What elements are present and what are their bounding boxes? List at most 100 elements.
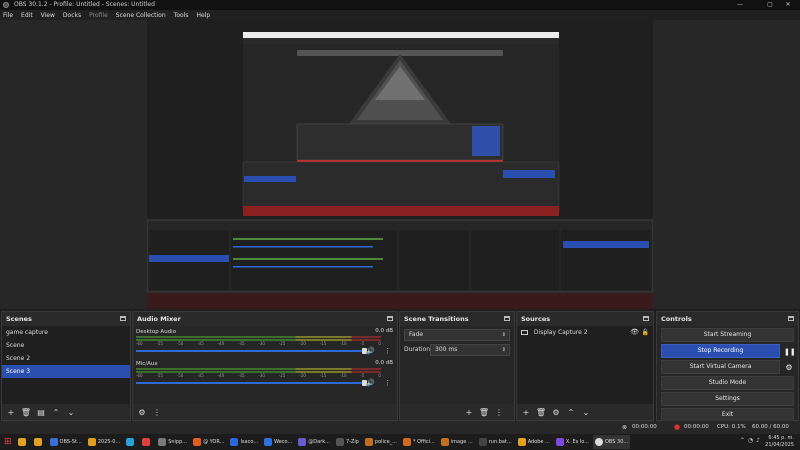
scene-item-scene-3[interactable]: Scene 3 — [2, 365, 130, 378]
move-scene-up-button[interactable]: ⌃ — [50, 406, 62, 418]
source-item-display-capture-2[interactable]: Display Capture 2 👁 🔓 — [517, 326, 653, 339]
kebab-menu-icon[interactable]: ⋮ — [384, 347, 391, 355]
mixer-channels: Desktop Audio 0.0 dB -60 -55 -50 -45 -40 -35-… — [133, 326, 397, 404]
taskbar-app[interactable]: image ... — [439, 435, 475, 449]
taskbar-app[interactable] — [124, 435, 138, 449]
virtual-camera-settings-button[interactable]: ⚙ — [784, 363, 794, 373]
taskbar-app[interactable] — [16, 435, 30, 449]
speaker-icon[interactable]: 🔊 — [366, 379, 375, 387]
taskbar-app[interactable]: @Dark... — [296, 435, 332, 449]
menu-file[interactable]: File — [3, 12, 13, 19]
remove-transition-button[interactable]: 🗑 — [478, 406, 490, 418]
chevron-up-icon[interactable]: ⌃ — [740, 437, 745, 444]
volume-slider[interactable] — [136, 348, 367, 354]
app-icon — [555, 438, 564, 446]
transition-menu-button[interactable]: ⋮ — [493, 406, 505, 418]
taskbar-app[interactable]: Isaco... — [228, 435, 260, 449]
eye-icon[interactable]: 👁 — [630, 326, 639, 339]
menu-docks[interactable]: Docks — [63, 12, 81, 19]
undock-icon[interactable] — [504, 316, 510, 321]
tick-label: 0 — [378, 341, 381, 346]
minimize-button[interactable]: — — [728, 0, 752, 10]
wifi-icon[interactable]: ◔ — [748, 437, 753, 444]
scene-item-game-capture[interactable]: game capture — [2, 326, 130, 339]
system-tray: ⌃ ◔ ♪ — [740, 437, 760, 444]
chrome-icon — [142, 438, 151, 446]
close-button[interactable]: ✕ — [776, 0, 800, 10]
taskbar-app[interactable]: run.bat... — [477, 435, 514, 449]
taskbar-app[interactable]: X. Es lo... — [554, 435, 591, 449]
menu-edit[interactable]: Edit — [21, 12, 33, 19]
move-source-up-button[interactable]: ⌃ — [565, 406, 577, 418]
menu-profile[interactable]: Profile — [89, 12, 108, 19]
speaker-icon[interactable]: 🔊 — [366, 347, 375, 355]
menu-scene-collection[interactable]: Scene Collection — [116, 12, 166, 19]
move-scene-down-button[interactable]: ⌄ — [65, 406, 77, 418]
clock[interactable]: 6:45 p. m. 21/04/2025 — [765, 435, 794, 449]
taskbar-app[interactable]: 2025-0... — [86, 435, 122, 449]
channel-name: Mic/Aux — [136, 361, 158, 367]
transition-select[interactable]: Fade ⇕ — [404, 328, 510, 341]
studio-mode-button[interactable]: Studio Mode — [661, 376, 794, 390]
start-virtual-camera-button[interactable]: Start Virtual Camera — [661, 360, 780, 374]
menu-tools[interactable]: Tools — [174, 12, 189, 19]
taskbar-app[interactable]: Adobe ... — [516, 435, 552, 449]
taskbar-app-active[interactable]: OBS 30... — [592, 435, 631, 449]
scene-item-scene[interactable]: Scene — [2, 339, 130, 352]
remove-scene-button[interactable]: 🗑 — [20, 406, 32, 418]
volume-slider[interactable] — [136, 380, 367, 386]
speaker-icon[interactable]: ♪ — [756, 437, 760, 444]
sources-dock: Sources Display Capture 2 👁 🔓 + 🗑 ⚙ ⌃ ⌄ — [516, 311, 654, 421]
exit-button[interactable]: Exit — [661, 408, 794, 422]
settings-button[interactable]: Settings — [661, 392, 794, 406]
menu-help[interactable]: Help — [196, 12, 210, 19]
mixer-menu-button[interactable]: ⋮ — [151, 406, 163, 418]
menu-view[interactable]: View — [41, 12, 55, 19]
start-button[interactable]: ⊞ — [2, 435, 14, 449]
taskbar-app[interactable] — [32, 435, 46, 449]
plus-icon: + — [465, 407, 473, 417]
window-titlebar: OBS 30.1.2 - Profile: Untitled - Scenes:… — [0, 0, 800, 10]
adobe-icon — [517, 438, 526, 446]
mixer-channel-desktop-audio: Desktop Audio 0.0 dB -60 -55 -50 -45 -40 -35-… — [133, 326, 397, 358]
source-properties-button[interactable]: ⚙ — [550, 406, 562, 418]
move-source-down-button[interactable]: ⌄ — [580, 406, 592, 418]
pause-recording-button[interactable]: ❚❚ — [784, 347, 796, 357]
taskbar-app[interactable]: 7-Zip — [334, 435, 361, 449]
trash-icon: 🗑 — [478, 407, 490, 417]
taskbar-app[interactable]: Snipp... — [156, 435, 189, 449]
undock-icon[interactable] — [387, 316, 393, 321]
taskbar-label: 7-Zip — [345, 439, 359, 445]
program-preview[interactable] — [147, 20, 653, 309]
add-source-button[interactable]: + — [520, 406, 532, 418]
source-label: Display Capture 2 — [533, 329, 588, 336]
taskbar-app[interactable]: police_... — [363, 435, 399, 449]
undock-icon[interactable] — [120, 316, 126, 321]
chevron-down-icon: ⌄ — [582, 407, 590, 417]
taskbar-app[interactable]: OBS-St... — [48, 435, 84, 449]
add-scene-button[interactable]: + — [5, 406, 17, 418]
scene-filters-button[interactable]: ▤ — [35, 406, 47, 418]
obs-logo-icon — [3, 2, 9, 8]
unlock-icon[interactable]: 🔓 — [642, 326, 649, 339]
taskbar-label: police_... — [374, 439, 398, 445]
start-streaming-button[interactable]: Start Streaming — [661, 328, 794, 342]
stop-recording-button[interactable]: Stop Recording — [661, 344, 780, 358]
taskbar-app[interactable]: @ YOR... — [191, 435, 226, 449]
audio-mixer-title: Audio Mixer — [137, 315, 181, 323]
remove-source-button[interactable]: 🗑 — [535, 406, 547, 418]
scene-item-scene-2[interactable]: Scene 2 — [2, 352, 130, 365]
taskbar-app[interactable] — [140, 435, 154, 449]
undock-icon[interactable] — [643, 316, 649, 321]
kebab-menu-icon: ⋮ — [495, 407, 503, 417]
scenes-list: game capture Scene Scene 2 Scene 3 — [2, 326, 130, 404]
duration-spinbox[interactable]: 300 ms ⇕ — [430, 343, 510, 356]
advanced-audio-properties-button[interactable]: ⚙ — [136, 406, 148, 418]
kebab-menu-icon[interactable]: ⋮ — [384, 379, 391, 387]
add-transition-button[interactable]: + — [463, 406, 475, 418]
controls-dock: Controls Start Streaming Stop Recording … — [656, 311, 799, 422]
taskbar-app[interactable]: Weco... — [262, 435, 294, 449]
taskbar-app[interactable]: * Offici... — [401, 435, 437, 449]
tick-label: -60 — [136, 341, 143, 346]
undock-icon[interactable] — [788, 316, 794, 321]
